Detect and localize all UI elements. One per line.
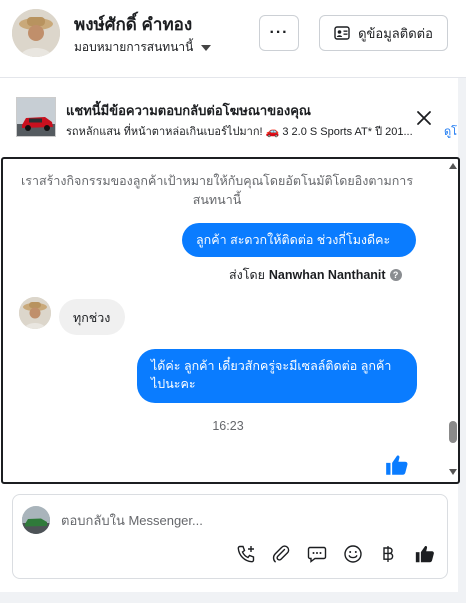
system-activity-message: เราสร้างกิจกรรมของลูกค้าเป้าหมายให้กับคุ… <box>20 174 414 207</box>
ad-car-thumbnail <box>16 97 56 137</box>
info-button-label: ดูข้อมูลติดต่อ <box>358 25 433 41</box>
view-ad-link[interactable]: ดูโ <box>444 122 458 140</box>
incoming-message[interactable]: ทุกช่วง <box>59 299 125 335</box>
reply-input[interactable] <box>61 509 431 531</box>
sender-name: Nanwhan Nanthanit <box>268 268 386 282</box>
more-options-button[interactable]: ··· <box>259 15 299 51</box>
assign-conversation-dropdown[interactable]: มอบหมายการสนทนานี้ <box>74 38 212 57</box>
close-icon[interactable] <box>414 108 434 128</box>
scroll-up-arrow-icon[interactable] <box>449 163 457 169</box>
message-thread[interactable]: เราสร้างกิจกรรมของลูกค้าเป้าหมายให้กับคุ… <box>1 157 460 484</box>
contact-avatar[interactable] <box>12 9 60 57</box>
like-icon[interactable] <box>414 543 436 565</box>
ad-banner-subtitle: รถหลักแสน ที่หน้าตาหล่อเกินเบอร์ไปมาก! 🚗… <box>66 126 413 138</box>
scrollbar-thumb[interactable] <box>449 421 457 443</box>
contact-card-icon <box>334 26 350 40</box>
like-icon[interactable] <box>384 452 410 478</box>
call-add-icon[interactable] <box>235 543 257 565</box>
more-label: ··· <box>269 24 289 41</box>
bottom-edge <box>0 592 466 603</box>
emoji-icon[interactable] <box>342 543 364 565</box>
sent-by-label: ส่งโดย Nanwhan Nanthanit ? <box>229 265 402 285</box>
help-icon[interactable]: ? <box>389 269 402 281</box>
contact-avatar-small <box>19 297 51 329</box>
scroll-down-arrow-icon[interactable] <box>449 469 457 475</box>
reply-composer <box>12 494 448 579</box>
message-timestamp: 16:23 <box>212 419 244 433</box>
contact-name: พงษ์ศักดิ์ คำทอง <box>74 15 193 34</box>
chat-bubble-icon[interactable] <box>306 543 328 565</box>
thread-scrollbar[interactable] <box>447 159 458 482</box>
page-avatar <box>22 506 50 534</box>
outgoing-message[interactable]: ได้ค่ะ ลูกค้า เดี๋ยวสักครู่จะมีเซลล์ติดต… <box>137 349 417 403</box>
attachment-icon[interactable] <box>270 543 292 565</box>
baht-icon[interactable] <box>377 543 399 565</box>
assign-label: มอบหมายการสนทนานี้ <box>74 40 194 54</box>
ad-reply-banner: แชทนี้มีข้อความตอบกลับต่อโฆษณาของคุณ รถห… <box>0 86 466 148</box>
caret-down-icon <box>201 44 212 51</box>
sent-by-prefix: ส่งโดย <box>229 268 265 282</box>
conversation-header: พงษ์ศักดิ์ คำทอง มอบหมายการสนทนานี้ ··· … <box>0 0 466 78</box>
outgoing-message[interactable]: ลูกค้า สะดวกให้ติดต่อ ช่วงกี่โมงดีคะ <box>182 223 416 257</box>
view-contact-info-button[interactable]: ดูข้อมูลติดต่อ <box>319 15 448 51</box>
ad-banner-title: แชทนี้มีข้อความตอบกลับต่อโฆษณาของคุณ <box>66 103 311 118</box>
